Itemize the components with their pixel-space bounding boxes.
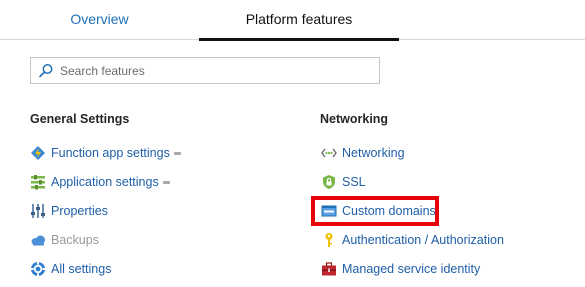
- tab-overview[interactable]: Overview: [0, 0, 199, 40]
- app-settings-icon: [31, 175, 45, 190]
- managed-service-identity-link[interactable]: Managed service identity: [321, 259, 480, 279]
- highlight-box: [311, 196, 439, 226]
- backups-link: Backups: [30, 230, 99, 250]
- all-settings-label: All settings: [51, 262, 112, 276]
- all-settings-link[interactable]: All settings: [30, 259, 111, 279]
- toolbox-icon: [322, 262, 336, 276]
- tab-bar: Overview Platform features: [0, 0, 585, 41]
- application-settings-label: Application settings: [51, 175, 159, 189]
- properties-icon: [31, 204, 45, 218]
- application-settings-link[interactable]: Application settings: [30, 172, 170, 192]
- networking-label: Networking: [342, 146, 405, 160]
- backups-cloud-icon: [31, 235, 45, 246]
- managed-service-identity-label: Managed service identity: [342, 262, 481, 276]
- networking-icon: [321, 148, 337, 158]
- function-app-settings-link[interactable]: Function app settings: [30, 143, 181, 163]
- pin-icon[interactable]: [173, 151, 181, 155]
- general-settings-heading: General Settings: [30, 112, 130, 126]
- key-icon: [325, 233, 333, 247]
- authentication-authorization-link[interactable]: Authentication / Authorization: [321, 230, 504, 250]
- properties-link[interactable]: Properties: [30, 201, 108, 221]
- backups-label: Backups: [51, 233, 99, 247]
- search-box[interactable]: [30, 57, 380, 84]
- search-input[interactable]: [60, 61, 370, 80]
- all-settings-icon: [30, 261, 46, 277]
- networking-heading: Networking: [320, 112, 389, 126]
- properties-label: Properties: [51, 204, 108, 218]
- pin-icon[interactable]: [162, 180, 170, 184]
- search-icon: [39, 64, 53, 78]
- ssl-link[interactable]: SSL: [321, 172, 366, 192]
- ssl-label: SSL: [342, 175, 366, 189]
- function-app-icon: [31, 146, 45, 160]
- authentication-authorization-label: Authentication / Authorization: [342, 233, 504, 247]
- networking-link[interactable]: Networking: [321, 143, 405, 163]
- function-app-settings-label: Function app settings: [51, 146, 170, 160]
- tab-platform-features[interactable]: Platform features: [199, 0, 399, 41]
- ssl-shield-icon: [323, 175, 335, 189]
